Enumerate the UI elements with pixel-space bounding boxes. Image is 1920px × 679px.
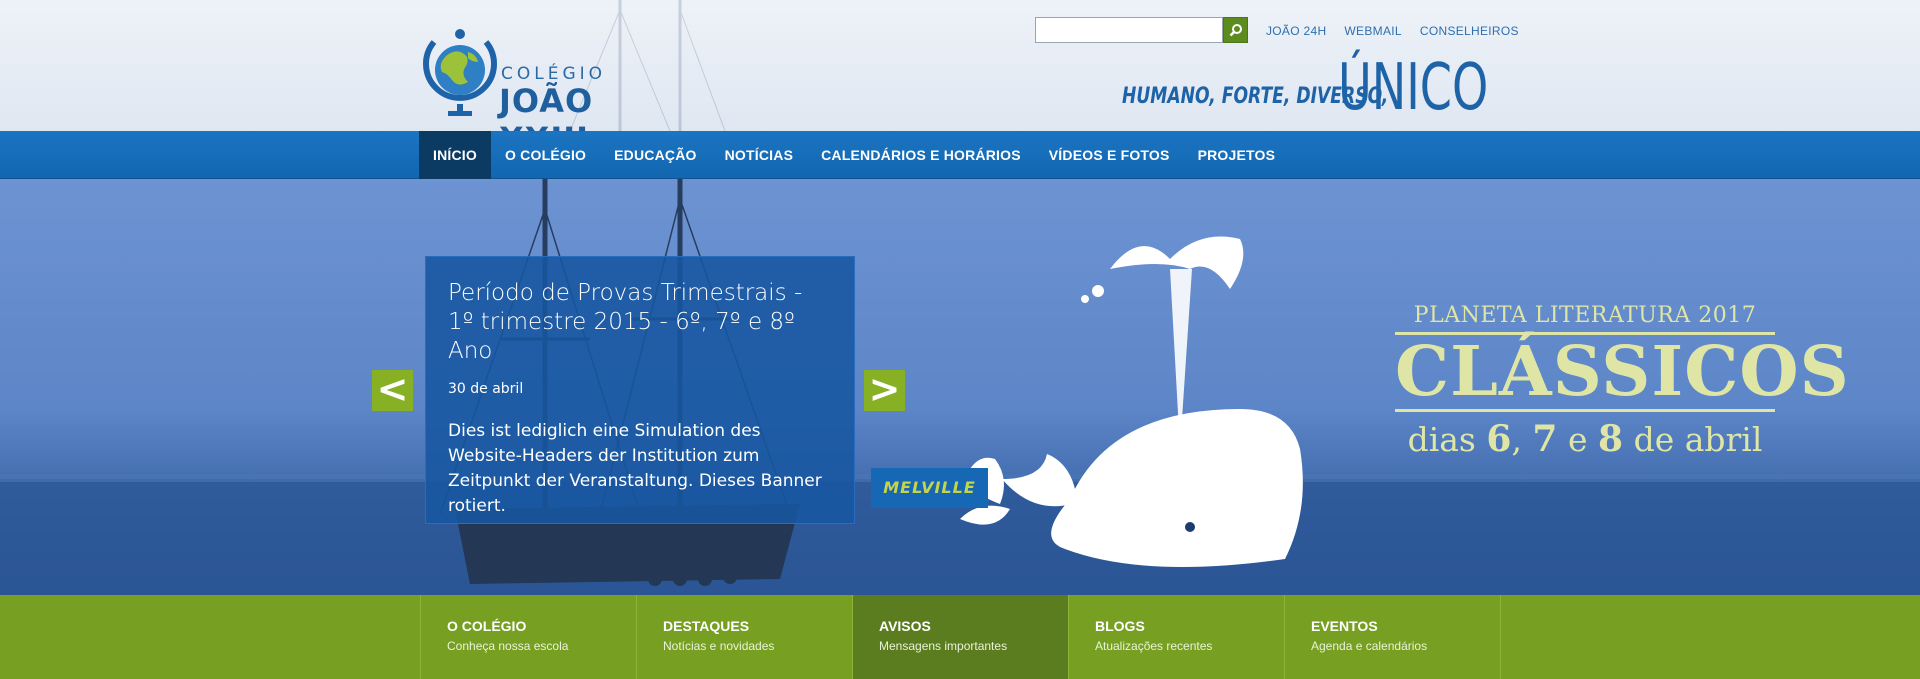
news-card-body: Dies ist lediglich eine Simulation des W…: [448, 421, 822, 516]
nav-item-inicio[interactable]: INÍCIO: [419, 131, 491, 179]
hero-banner: Período de Provas Trimestrais - 1º trime…: [0, 179, 1920, 595]
tile-destaques[interactable]: DESTAQUES Notícias e novidades: [637, 595, 853, 679]
globe-logo-icon: [423, 29, 497, 116]
nav-item-videos-fotos[interactable]: VÍDEOS E FOTOS: [1035, 131, 1184, 179]
tile-title: AVISOS: [879, 618, 931, 634]
carousel-prev-button[interactable]: <: [372, 370, 413, 411]
carousel-next-button[interactable]: >: [864, 370, 905, 411]
site-logo[interactable]: COLÉGIO JOÃO XXIII: [420, 24, 680, 158]
promo-line3: dias 6, 7 e 8 de abril: [1407, 418, 1763, 460]
nav-item-calendarios[interactable]: CALENDÁRIOS E HORÁRIOS: [807, 131, 1035, 179]
nav-item-educacao[interactable]: EDUCAÇÃO: [600, 131, 711, 179]
promo-conj: e: [1567, 420, 1588, 459]
promo-line2: CLÁSSICOS: [1395, 332, 1850, 412]
promo-planeta-literatura[interactable]: PLANETA LITERATURA 2017 CLÁSSICOS dias 6…: [1395, 303, 1850, 460]
tile-subtitle: Atualizações recentes: [1095, 639, 1213, 653]
tile-eventos[interactable]: EVENTOS Agenda e calendários: [1285, 595, 1501, 679]
tile-avisos[interactable]: AVISOS Mensagens importantes: [853, 595, 1069, 679]
link-joao-24h[interactable]: JOÃO 24H: [1266, 24, 1326, 38]
tagline-big: ÚNICO: [1338, 51, 1489, 125]
melville-tag: MELVILLE: [871, 468, 988, 508]
search-input[interactable]: [1035, 17, 1223, 43]
search-box: [1035, 17, 1248, 43]
top-links: JOÃO 24H WEBMAIL CONSELHEIROS: [1266, 24, 1519, 38]
tile-title: DESTAQUES: [663, 618, 750, 634]
main-nav: INÍCIO O COLÉGIO EDUCAÇÃO NOTÍCIAS CALEN…: [0, 131, 1920, 179]
nav-item-noticias[interactable]: NOTÍCIAS: [711, 131, 808, 179]
promo-day-3: 8: [1598, 418, 1624, 460]
news-card-title: Período de Provas Trimestrais - 1º trime…: [448, 280, 803, 364]
tile-subtitle: Conheça nossa escola: [447, 639, 569, 653]
tile-subtitle: Notícias e novidades: [663, 639, 775, 653]
tile-subtitle: Agenda e calendários: [1311, 639, 1428, 653]
site-header: COLÉGIO JOÃO XXIII JOÃO 24H WEBMAIL CONS…: [0, 0, 1920, 158]
promo-line1: PLANETA LITERATURA 2017: [1395, 303, 1775, 335]
feature-bar: O COLÉGIO Conheça nossa escola DESTAQUES…: [0, 595, 1920, 679]
tile-o-colegio[interactable]: O COLÉGIO Conheça nossa escola: [421, 595, 637, 679]
nav-item-projetos[interactable]: PROJETOS: [1184, 131, 1290, 179]
link-webmail[interactable]: WEBMAIL: [1344, 24, 1401, 38]
search-button[interactable]: [1223, 17, 1248, 43]
tile-subtitle: Mensagens importantes: [879, 639, 1008, 653]
tile-blogs[interactable]: BLOGS Atualizações recentes: [1069, 595, 1285, 679]
promo-line3-prefix: dias: [1407, 420, 1476, 459]
promo-line3-suffix: de abril: [1633, 420, 1763, 459]
promo-day-2: 7: [1532, 418, 1558, 460]
promo-day-1: 6: [1486, 418, 1512, 460]
tile-title: EVENTOS: [1311, 618, 1378, 634]
link-conselheiros[interactable]: CONSELHEIROS: [1420, 24, 1519, 38]
nav-item-o-colegio[interactable]: O COLÉGIO: [491, 131, 600, 179]
search-icon: [1229, 24, 1242, 37]
logo-text-top: COLÉGIO: [501, 64, 607, 84]
news-card-date: 30 de abril: [448, 381, 524, 397]
tile-title: O COLÉGIO: [447, 618, 527, 634]
news-card[interactable]: Período de Provas Trimestrais - 1º trime…: [425, 256, 855, 524]
tile-title: BLOGS: [1095, 618, 1145, 634]
